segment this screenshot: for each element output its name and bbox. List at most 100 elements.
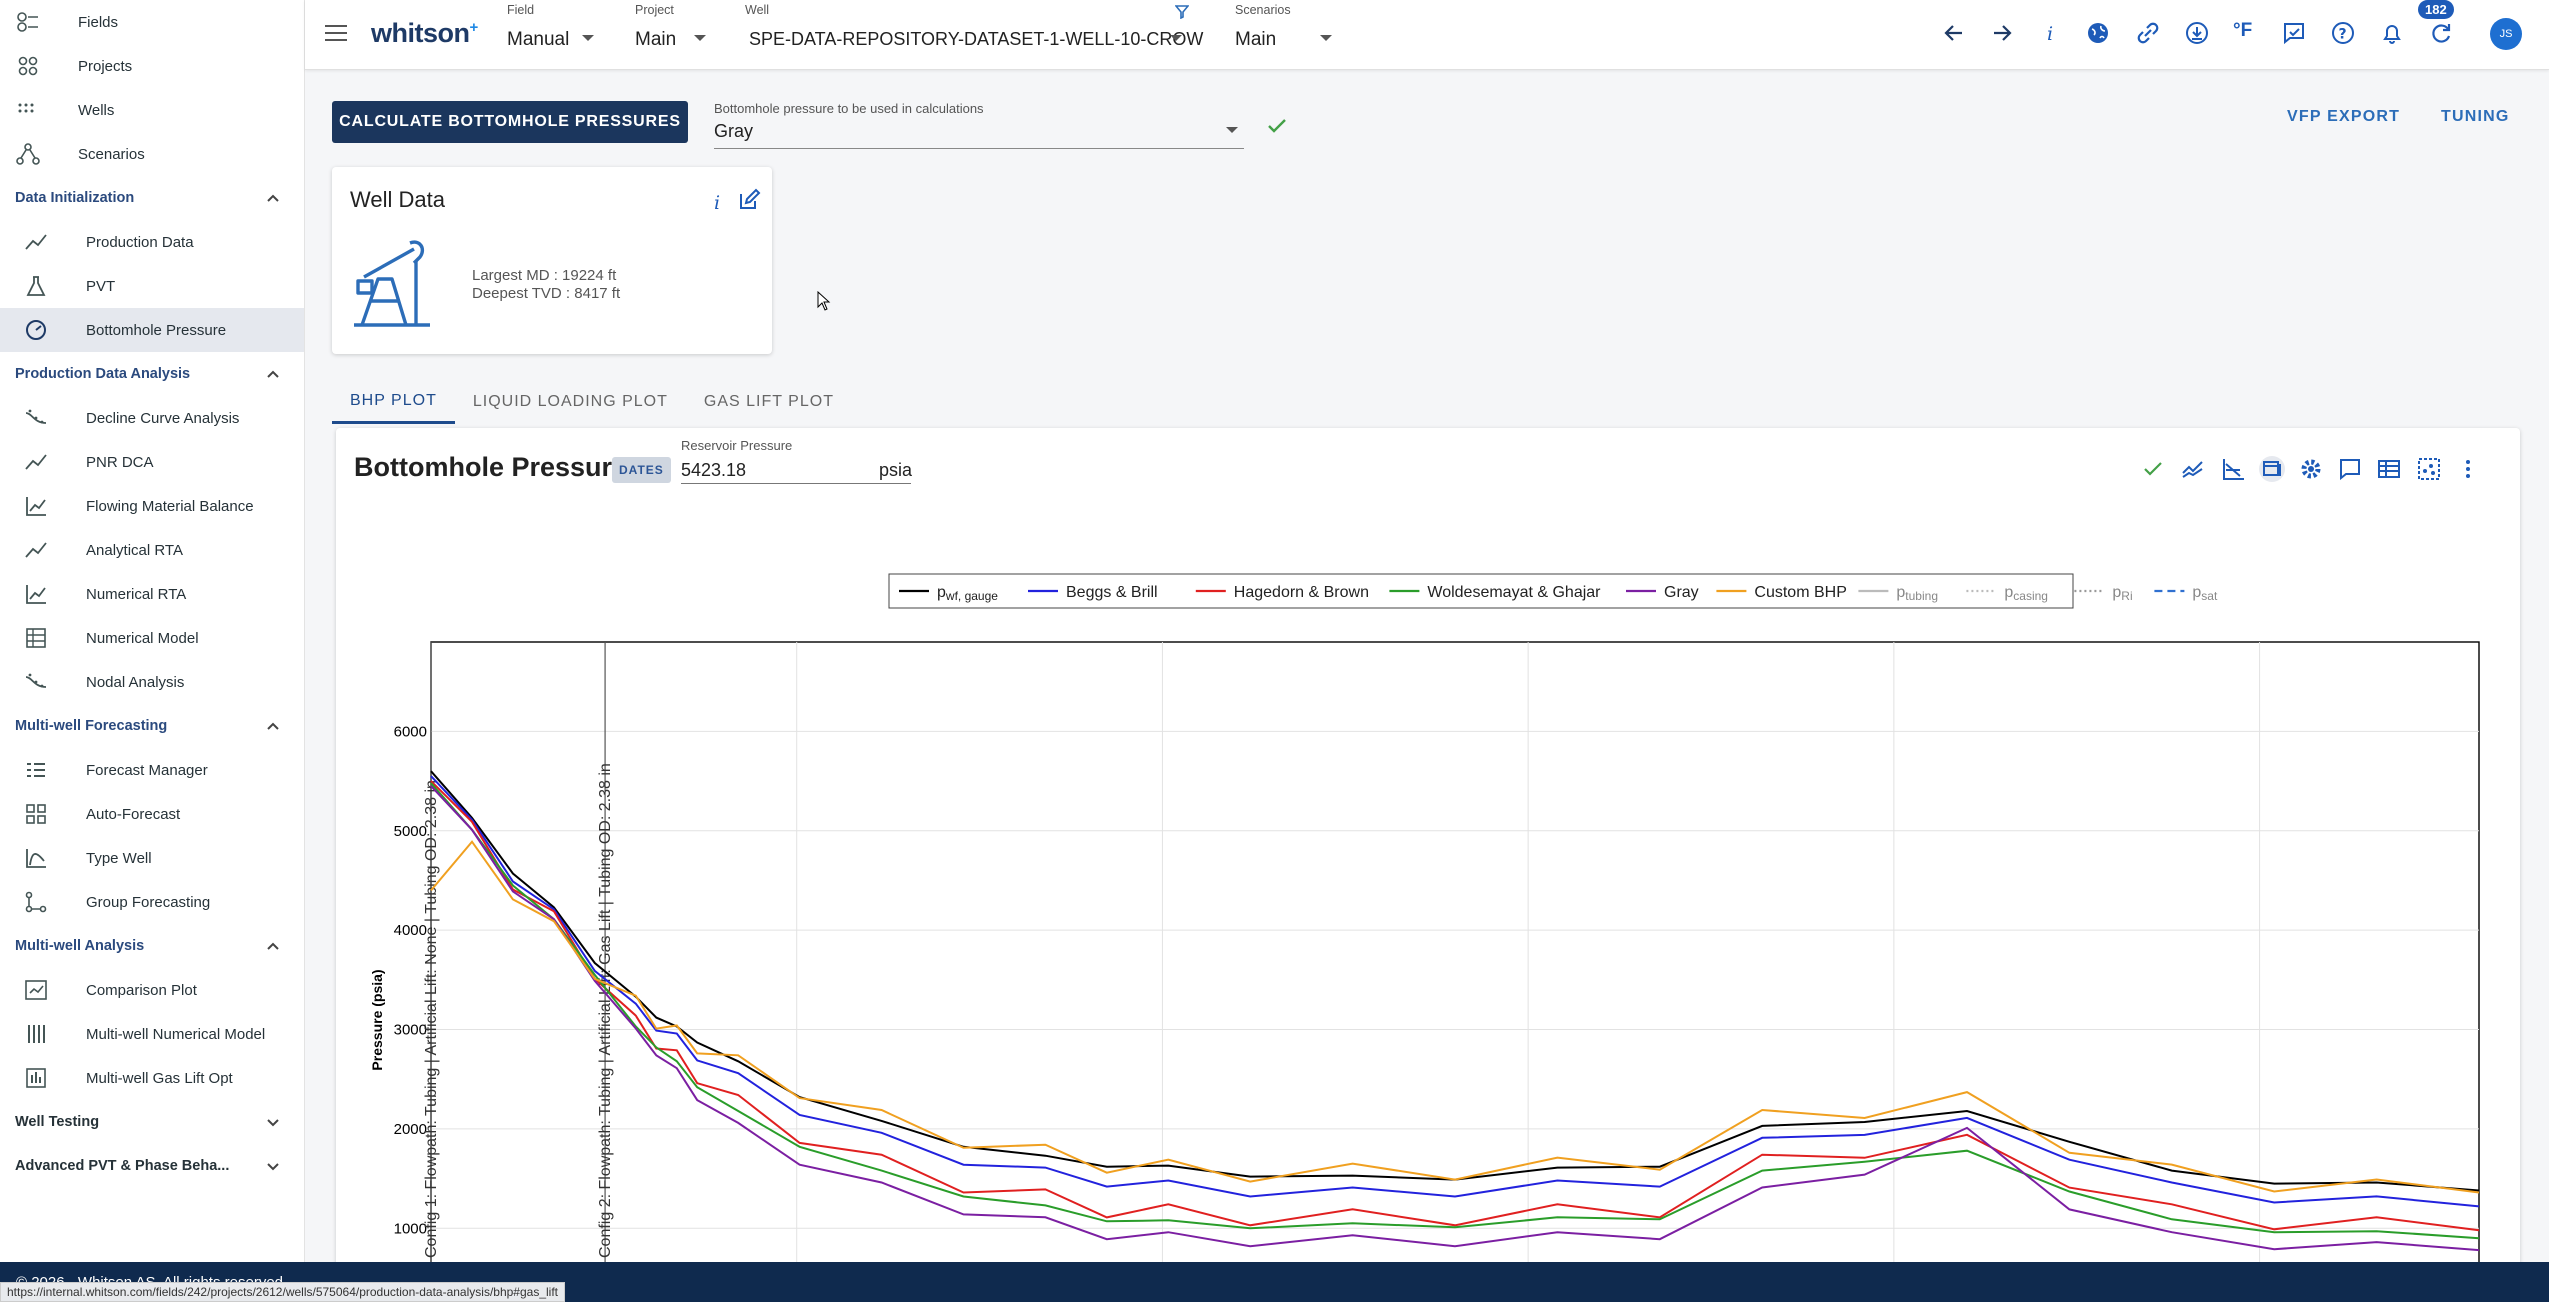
legend-label: p <box>937 584 946 601</box>
sidebar-item-pvt[interactable]: PVT <box>0 264 304 308</box>
sidebar-section-advanced-pvt-phase-beha[interactable]: Advanced PVT & Phase Beha... <box>0 1144 304 1188</box>
tab-gas-lift-plot[interactable]: GAS LIFT PLOT <box>686 380 852 424</box>
scatter-select-icon[interactable] <box>2416 456 2442 482</box>
legend-entry[interactable]: pRi <box>2112 584 2132 603</box>
production-data-icon <box>24 231 48 253</box>
check-icon[interactable] <box>2140 456 2166 482</box>
back-arrow-icon[interactable] <box>1941 20 1967 46</box>
field-select[interactable]: Field Manual <box>507 0 607 70</box>
comment-icon[interactable] <box>2337 456 2363 482</box>
sidebar-item-label: Group Forecasting <box>86 893 211 911</box>
scenarios-select[interactable]: Scenarios Main <box>1235 0 1345 70</box>
pnr-dca-icon <box>24 451 48 473</box>
link-icon[interactable] <box>2135 20 2161 46</box>
chevron-down-icon <box>582 35 594 41</box>
more-vert-icon[interactable] <box>2455 456 2481 482</box>
filter-icon[interactable] <box>1175 5 1189 19</box>
config-annotation: Config 2: Flowpath: Tubing | Artificial … <box>597 763 614 1258</box>
chevron-down-icon <box>264 1157 282 1175</box>
pumpjack-icon <box>354 240 430 327</box>
legend-label: p <box>1896 584 1905 601</box>
sidebar-item-bottomhole-pressure[interactable]: Bottomhole Pressure <box>0 308 304 352</box>
bhp-method-select[interactable]: Bottomhole pressure to be used in calcul… <box>714 101 1244 149</box>
info-icon[interactable]: i <box>2037 20 2063 46</box>
chevron-down-icon <box>264 1113 282 1131</box>
logo[interactable]: whitson+ <box>371 18 478 49</box>
sidebar-item-production-data[interactable]: Production Data <box>0 220 304 264</box>
legend-entry[interactable]: Woldesemayat & Ghajar <box>1427 584 1601 601</box>
sidebar-item-nodal-analysis[interactable]: Nodal Analysis <box>0 660 304 704</box>
globe-icon[interactable] <box>2085 20 2111 46</box>
notification-badge: 182 <box>2418 0 2454 19</box>
legend-entry[interactable]: psat <box>2192 584 2218 603</box>
y-tick-label: 5000 <box>394 823 427 840</box>
sidebar-item-flowing-material-balance[interactable]: Flowing Material Balance <box>0 484 304 528</box>
dates-toggle[interactable]: DATES <box>612 457 671 483</box>
legend-entry[interactable]: Gray <box>1664 584 1699 601</box>
sidebar-section-multi-well-forecasting[interactable]: Multi-well Forecasting <box>0 704 304 748</box>
sidebar-item-label: PNR DCA <box>86 453 154 471</box>
legend-entry[interactable]: Beggs & Brill <box>1066 584 1158 601</box>
sidebar-item-projects[interactable]: Projects <box>0 44 304 88</box>
trend-icon[interactable] <box>2180 456 2206 482</box>
info-icon[interactable]: i <box>707 191 729 213</box>
project-select[interactable]: Project Main <box>635 0 715 70</box>
refresh-icon[interactable] <box>2428 20 2454 46</box>
well-select[interactable]: Well SPE-DATA-REPOSITORY-DATASET-1-WELL-… <box>745 0 1215 70</box>
sidebar-item-numerical-model[interactable]: Numerical Model <box>0 616 304 660</box>
sidebar-item-wells[interactable]: Wells <box>0 88 304 132</box>
sidebar-item-fields[interactable]: Fields <box>0 0 304 44</box>
numerical-rta-icon <box>24 583 48 605</box>
download-icon[interactable] <box>2184 20 2210 46</box>
avatar[interactable]: JS <box>2490 18 2522 50</box>
tab-bhp-plot[interactable]: BHP PLOT <box>332 380 455 424</box>
sidebar-item-multi-well-numerical-model[interactable]: Multi-well Numerical Model <box>0 1012 304 1056</box>
sidebar-section-well-testing[interactable]: Well Testing <box>0 1100 304 1144</box>
legend-label: Beggs & Brill <box>1066 584 1158 601</box>
tuning-button[interactable]: TUNING <box>2441 108 2510 126</box>
calendar-icon[interactable] <box>2259 456 2285 482</box>
project-value: Main <box>635 29 677 50</box>
sidebar-item-forecast-manager[interactable]: Forecast Manager <box>0 748 304 792</box>
gear-icon[interactable] <box>2298 456 2324 482</box>
sidebar-section-multi-well-analysis[interactable]: Multi-well Analysis <box>0 924 304 968</box>
axis-icon[interactable] <box>2220 456 2246 482</box>
calculate-bhp-button[interactable]: CALCULATE BOTTOMHOLE PRESSURES <box>332 101 688 143</box>
legend-entry[interactable]: Hagedorn & Brown <box>1234 584 1369 601</box>
legend-entry[interactable]: Custom BHP <box>1754 584 1846 601</box>
sidebar-item-numerical-rta[interactable]: Numerical RTA <box>0 572 304 616</box>
sidebar-item-decline-curve-analysis[interactable]: Decline Curve Analysis <box>0 396 304 440</box>
sidebar-item-label: Forecast Manager <box>86 761 208 779</box>
sidebar-item-pnr-dca[interactable]: PNR DCA <box>0 440 304 484</box>
edit-icon[interactable] <box>737 188 761 212</box>
nodal-analysis-icon <box>24 671 48 693</box>
bhp-plot-card: Bottomhole Pressure DATES Reservoir Pres… <box>336 428 2520 1268</box>
feedback-icon[interactable] <box>2281 20 2307 46</box>
reservoir-pressure-input[interactable]: Reservoir Pressure 5423.18 psia <box>681 434 912 484</box>
bell-icon[interactable] <box>2379 20 2405 46</box>
hamburger-menu-icon[interactable] <box>325 24 347 42</box>
sidebar-section-data-initialization[interactable]: Data Initialization <box>0 176 304 220</box>
vfp-export-button[interactable]: VFP EXPORT <box>2287 108 2400 126</box>
svg-text:i: i <box>2047 23 2053 45</box>
sidebar-item-analytical-rta[interactable]: Analytical RTA <box>0 528 304 572</box>
sidebar-item-label: Analytical RTA <box>86 541 183 559</box>
chevron-up-icon <box>264 189 282 207</box>
sidebar-section-production-data-analysis[interactable]: Production Data Analysis <box>0 352 304 396</box>
forecast-manager-icon <box>24 759 48 781</box>
temperature-unit-icon[interactable]: °F <box>2233 20 2259 46</box>
config-annotation: Config 1: Flowpath: Tubing | Artificial … <box>423 780 440 1258</box>
forward-arrow-icon[interactable] <box>1989 20 2015 46</box>
sidebar-item-multi-well-gas-lift-opt[interactable]: Multi-well Gas Lift Opt <box>0 1056 304 1100</box>
tab-liquid-loading-plot[interactable]: LIQUID LOADING PLOT <box>455 380 686 424</box>
sidebar-item-group-forecasting[interactable]: Group Forecasting <box>0 880 304 924</box>
sidebar-item-comparison-plot[interactable]: Comparison Plot <box>0 968 304 1012</box>
legend-label: p <box>2192 584 2201 601</box>
bhp-method-label: Bottomhole pressure to be used in calcul… <box>714 101 984 116</box>
sidebar-item-type-well[interactable]: Type Well <box>0 836 304 880</box>
wells-icon <box>16 99 40 121</box>
help-icon[interactable]: ? <box>2330 20 2356 46</box>
table-icon[interactable] <box>2376 456 2402 482</box>
sidebar-item-scenarios[interactable]: Scenarios <box>0 132 304 176</box>
sidebar-item-auto-forecast[interactable]: Auto-Forecast <box>0 792 304 836</box>
